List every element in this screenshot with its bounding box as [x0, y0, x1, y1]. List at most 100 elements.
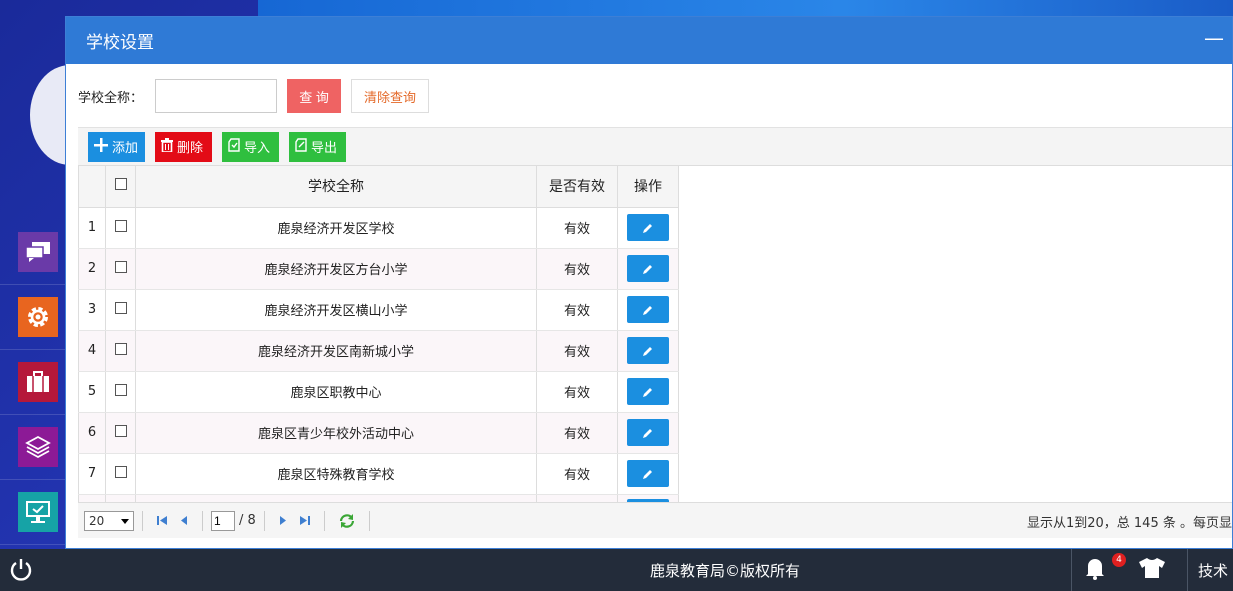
divider — [323, 510, 325, 531]
operation-header: 操作 — [617, 166, 679, 208]
valid-cell: 有效 — [536, 453, 618, 495]
last-page-icon[interactable] — [299, 515, 310, 526]
first-page-icon[interactable] — [157, 515, 168, 526]
row-number: 6 — [78, 412, 106, 454]
row-checkbox[interactable] — [114, 342, 127, 355]
row-checkbox[interactable] — [114, 301, 127, 314]
pencil-icon — [643, 387, 652, 397]
operation-cell — [617, 453, 679, 495]
row-number: 3 — [78, 289, 106, 331]
dock-item-settings[interactable] — [0, 285, 66, 350]
operation-cell — [617, 248, 679, 290]
row-checkbox-cell[interactable] — [105, 207, 136, 249]
export-label: 导出 — [311, 140, 338, 155]
power-icon[interactable] — [8, 557, 34, 583]
gear-icon — [18, 297, 58, 337]
table-row[interactable]: 2 鹿泉经济开发区方台小学 有效 — [78, 248, 679, 290]
edit-button[interactable] — [627, 337, 669, 364]
table-row[interactable]: 4 鹿泉经济开发区南新城小学 有效 — [78, 330, 679, 372]
row-checkbox[interactable] — [114, 465, 127, 478]
pencil-icon — [643, 428, 652, 438]
school-settings-window: 学校设置 — 学校全称： 查 询 清除查询 添加 删除 导入 导出 学校全称 是… — [65, 16, 1233, 549]
window-title: 学校设置 — [86, 33, 154, 53]
briefcase-icon — [18, 362, 58, 402]
school-name-input[interactable] — [155, 79, 278, 113]
row-checkbox-cell[interactable] — [105, 494, 136, 502]
row-checkbox-cell[interactable] — [105, 412, 136, 454]
school-name-cell: 鹿泉区职教中心 — [135, 371, 537, 413]
chevron-down-icon — [121, 514, 129, 528]
page-size-value: 20 — [89, 513, 105, 528]
grid-toolbar: 添加 删除 导入 导出 — [78, 127, 1232, 165]
refresh-icon[interactable] — [339, 513, 355, 528]
edit-button[interactable] — [627, 419, 669, 446]
dock-item-messages[interactable] — [0, 220, 66, 285]
window-title-bar: 学校设置 — — [66, 17, 1232, 64]
row-checkbox-cell[interactable] — [105, 453, 136, 495]
row-checkbox[interactable] — [114, 219, 127, 232]
table-row[interactable]: 5 鹿泉区职教中心 有效 — [78, 371, 679, 413]
next-page-icon[interactable] — [279, 515, 287, 526]
taskbar-tray: 4 技术 — [1071, 549, 1233, 591]
school-name-cell: 鹿泉经济开发区学校 — [135, 207, 537, 249]
pencil-icon — [643, 469, 652, 479]
row-checkbox-cell[interactable] — [105, 248, 136, 290]
dock-item-layers[interactable] — [0, 415, 66, 480]
tech-support-link[interactable]: 技术 — [1187, 549, 1233, 591]
clear-query-button[interactable]: 清除查询 — [351, 79, 430, 113]
table-row[interactable]: 1 鹿泉经济开发区学校 有效 — [78, 207, 679, 249]
row-checkbox-cell[interactable] — [105, 330, 136, 372]
pencil-icon — [643, 264, 652, 274]
chat-icon — [18, 232, 58, 272]
delete-button[interactable]: 删除 — [155, 131, 212, 162]
operation-cell — [617, 289, 679, 331]
export-button[interactable]: 导出 — [289, 131, 346, 162]
row-checkbox[interactable] — [114, 383, 127, 396]
minimize-button[interactable]: — — [1204, 27, 1224, 49]
table-row[interactable]: 7 鹿泉区特殊教育学校 有效 — [78, 453, 679, 495]
school-name-cell: 鹿泉经济开发区南新城小学 — [135, 330, 537, 372]
edit-button[interactable] — [627, 296, 669, 323]
operation-cell — [617, 412, 679, 454]
school-name-header[interactable]: 学校全称 — [135, 166, 537, 208]
dock-item-briefcase[interactable] — [0, 350, 66, 415]
select-all-checkbox[interactable] — [114, 178, 127, 191]
delete-label: 删除 — [177, 140, 204, 155]
pencil-icon — [643, 346, 652, 356]
prev-page-icon[interactable] — [180, 515, 188, 526]
row-checkbox[interactable] — [114, 260, 127, 273]
select-all-header[interactable] — [105, 166, 136, 208]
valid-header[interactable]: 是否有效 — [536, 166, 618, 208]
import-button[interactable]: 导入 — [222, 131, 279, 162]
edit-button[interactable] — [627, 214, 669, 241]
page-size-select[interactable]: 20 — [84, 510, 134, 531]
query-button[interactable]: 查 询 — [287, 79, 342, 113]
row-checkbox[interactable] — [114, 424, 127, 437]
add-button[interactable]: 添加 — [88, 131, 145, 162]
row-checkbox-cell[interactable] — [105, 289, 136, 331]
search-bar: 学校全称： 查 询 清除查询 — [66, 64, 1232, 128]
row-number-header — [78, 166, 106, 208]
valid-cell: 有效 — [536, 289, 618, 331]
edit-button[interactable] — [627, 255, 669, 282]
divider — [202, 510, 203, 531]
tech-support-label: 技术 — [1198, 561, 1229, 580]
desktop-dock — [0, 220, 66, 545]
import-label: 导入 — [244, 140, 271, 155]
edit-button[interactable] — [627, 460, 669, 487]
row-checkbox-cell[interactable] — [105, 371, 136, 413]
import-icon — [228, 138, 240, 155]
theme-button[interactable] — [1117, 549, 1187, 591]
table-row[interactable]: 3 鹿泉经济开发区横山小学 有效 — [78, 289, 679, 331]
school-name-cell: 鹿泉经济开发区横山小学 — [135, 289, 537, 331]
operation-cell — [617, 494, 679, 502]
table-row[interactable]: 6 鹿泉区青少年校外活动中心 有效 — [78, 412, 679, 454]
edit-button[interactable] — [627, 378, 669, 405]
table-row[interactable] — [78, 494, 679, 502]
dock-item-monitor[interactable] — [0, 480, 66, 545]
page-number-input[interactable] — [211, 510, 235, 531]
copyright-text: 鹿泉教育局©版权所有 — [650, 562, 801, 580]
notifications-button[interactable]: 4 — [1071, 549, 1126, 591]
row-number: 7 — [78, 453, 106, 495]
valid-cell: 有效 — [536, 248, 618, 290]
